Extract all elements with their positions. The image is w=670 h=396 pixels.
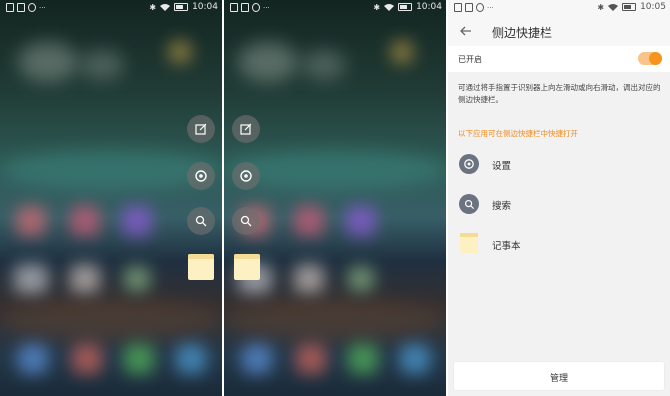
item-label: 设置 [492, 161, 512, 172]
search-icon [240, 215, 252, 227]
settings-icon [459, 154, 479, 174]
status-bar: ··· ✱ 10:05 [448, 0, 670, 16]
enabled-row: 已开启 [448, 46, 670, 72]
wifi-icon [608, 4, 619, 11]
description-text: 可通过将手指置于识别器上向左滑动或向右滑动，调出对应的侧边快捷栏。 [458, 83, 661, 104]
status-time: 10:04 [416, 2, 442, 12]
bluetooth-icon: ✱ [149, 2, 157, 12]
status-bar: ··· ✱ 10:04 [224, 0, 446, 16]
status-time: 10:04 [192, 2, 218, 12]
notification-icons: ··· [230, 3, 270, 12]
bluetooth-icon: ✱ [373, 2, 381, 12]
manage-button[interactable]: 管理 [454, 362, 664, 390]
side-search-button[interactable] [232, 207, 260, 235]
settings-icon [195, 170, 207, 182]
side-edit-button[interactable] [187, 115, 215, 143]
bluetooth-icon: ✱ [597, 2, 605, 12]
blurred-wallpaper [224, 0, 446, 396]
back-arrow-icon[interactable] [458, 23, 474, 39]
side-notepad-button[interactable] [234, 254, 260, 280]
notification-icons: ··· [6, 3, 46, 12]
battery-icon [174, 3, 189, 11]
side-search-button[interactable] [187, 207, 215, 235]
side-edit-button[interactable] [232, 115, 260, 143]
blurred-wallpaper [0, 0, 222, 396]
enable-toggle[interactable] [638, 52, 662, 65]
enabled-label: 已开启 [458, 55, 482, 64]
title-bar: 侧边快捷栏 [448, 16, 670, 46]
side-settings-button[interactable] [232, 162, 260, 190]
notification-icons: ··· [454, 3, 494, 12]
search-icon [195, 215, 207, 227]
apps-hint: 以下应用可在侧边快捷栏中快捷打开 [458, 129, 578, 138]
edit-icon [240, 123, 252, 135]
toggle-knob [649, 52, 662, 65]
phone-screen-1: ··· ✱ 10:04 [0, 0, 222, 396]
side-notepad-button[interactable] [188, 254, 214, 280]
settings-icon [240, 170, 252, 182]
edit-icon [195, 123, 207, 135]
wifi-icon [384, 4, 395, 11]
search-icon [459, 194, 479, 214]
status-bar: ··· ✱ 10:04 [0, 0, 222, 16]
list-item-settings[interactable]: 设置 [448, 149, 670, 179]
item-label: 搜索 [492, 201, 512, 212]
list-item-search[interactable]: 搜索 [448, 189, 670, 219]
side-settings-button[interactable] [187, 162, 215, 190]
phone-screen-3: ··· ✱ 10:05 侧边快捷栏 已开启 可通过将手指置于识别器上向左滑动或向… [448, 0, 670, 396]
notepad-icon [460, 233, 478, 253]
wifi-icon [160, 4, 171, 11]
list-item-notepad[interactable]: 记事本 [448, 229, 670, 259]
manage-label: 管理 [549, 374, 568, 384]
status-time: 10:05 [640, 2, 666, 12]
item-label: 记事本 [492, 241, 521, 252]
battery-icon [622, 3, 637, 11]
battery-icon [398, 3, 413, 11]
page-title: 侧边快捷栏 [492, 26, 553, 40]
phone-screen-2: ··· ✱ 10:04 [224, 0, 446, 396]
